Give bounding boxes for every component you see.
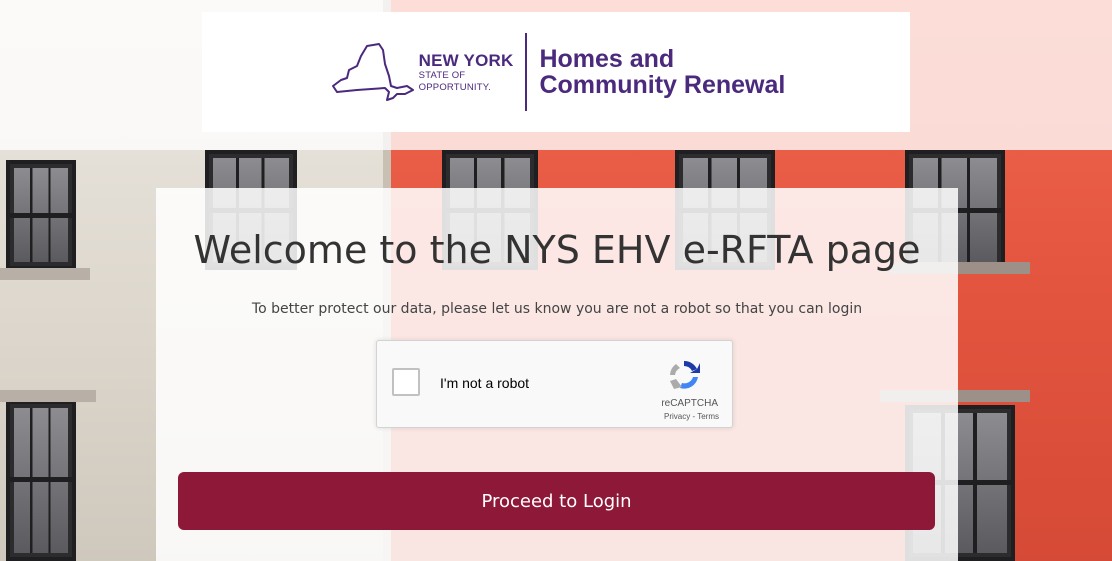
page-title: Welcome to the NYS EHV e-RFTA page	[193, 228, 921, 272]
state-name: NEW YORK	[418, 51, 514, 70]
recaptcha-logo-icon	[670, 360, 700, 389]
recaptcha-privacy-link[interactable]: Privacy	[664, 412, 690, 421]
site-header: NEW YORK STATE OF OPPORTUNITY. Homes and…	[202, 12, 910, 132]
recaptcha-links: Privacy - Terms	[664, 412, 719, 421]
recaptcha-brand: reCAPTCHA	[661, 398, 718, 409]
background-window	[6, 160, 76, 270]
nys-wordmark: NEW YORK STATE OF OPPORTUNITY.	[419, 52, 514, 92]
state-tagline-line1: STATE OF	[418, 70, 466, 81]
state-tagline-line2: OPPORTUNITY.	[418, 81, 491, 93]
agency-name[interactable]: Homes and Community Renewal	[539, 44, 786, 99]
agency-name-line2: Community Renewal	[539, 71, 786, 99]
logo-divider	[525, 33, 528, 111]
proceed-to-login-button[interactable]: Proceed to Login	[178, 472, 935, 530]
background-window	[6, 400, 76, 561]
new-york-state-outline-icon	[331, 43, 414, 101]
page-subtitle: To better protect our data, please let u…	[251, 301, 863, 317]
recaptcha-terms-link[interactable]: Terms	[697, 412, 719, 421]
recaptcha-checkbox[interactable]	[392, 368, 420, 396]
nys-logo[interactable]: NEW YORK STATE OF OPPORTUNITY.	[327, 42, 524, 102]
background-ledge	[0, 268, 90, 280]
background-ledge	[0, 390, 96, 402]
recaptcha-label: I'm not a robot	[440, 375, 530, 391]
agency-name-line1: Homes and	[539, 44, 675, 73]
login-card: Welcome to the NYS EHV e-RFTA page To be…	[156, 188, 958, 561]
recaptcha-widget: I'm not a robot reCAPTCHA Privacy - Term…	[376, 340, 733, 428]
